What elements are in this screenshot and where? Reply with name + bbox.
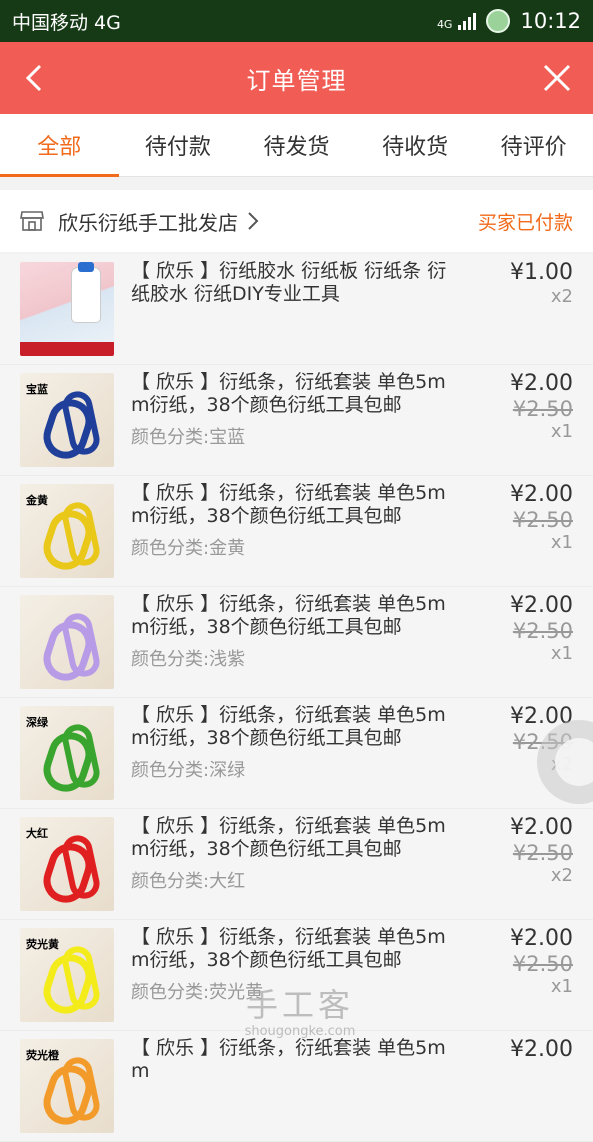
network-type-label: 4G [436, 18, 453, 31]
glue-bottle-image [72, 268, 100, 322]
price-column: ¥2.00 ¥2.50 x1 [510, 926, 573, 998]
original-price: ¥2.50 [512, 841, 573, 865]
chevron-right-icon[interactable] [246, 210, 260, 232]
product-price: ¥2.00 [510, 815, 573, 840]
product-variant: 颜色分类:金黄 [131, 538, 246, 559]
tab-pending-shipment[interactable]: 待发货 [237, 114, 356, 176]
order-item[interactable]: 大红 【 欣乐 】衍纸条，衍纸套装 单色5mm衍纸，38个颜色衍纸工具包邮颜色分类… [0, 809, 593, 920]
product-title[interactable]: 【 欣乐 】衍纸条，衍纸套装 单色5mm衍纸，38个颜色衍纸工具包邮 [131, 926, 461, 972]
close-icon[interactable] [539, 60, 575, 96]
price-column: ¥2.00 ¥2.50 x1 [510, 593, 573, 665]
product-title[interactable]: 【 欣乐 】衍纸条，衍纸套装 单色5mm衍纸，38个颜色衍纸工具包邮 [131, 593, 461, 639]
product-thumbnail[interactable] [20, 262, 114, 356]
title-bar: 订单管理 [0, 42, 593, 114]
tab-pending-receipt[interactable]: 待收货 [356, 114, 475, 176]
chevron-left-icon[interactable] [18, 60, 54, 96]
original-price: ¥2.50 [512, 619, 573, 643]
product-thumbnail[interactable]: 荧光橙 [20, 1039, 114, 1133]
page-title: 订单管理 [246, 66, 347, 95]
shop-name[interactable]: 欣乐衍纸手工批发店 [58, 207, 238, 236]
product-quantity: x1 [550, 532, 573, 553]
product-thumbnail[interactable]: 宝蓝 [20, 373, 114, 467]
product-quantity: x2 [550, 865, 573, 886]
product-quantity: x1 [550, 976, 573, 997]
product-price: ¥1.00 [510, 260, 573, 285]
battery-icon [486, 9, 511, 33]
product-title[interactable]: 【 欣乐 】衍纸条，衍纸套装 单色5mm衍纸，38个颜色衍纸工具包邮 [131, 371, 461, 417]
product-variant: 颜色分类:荧光黄 [131, 982, 264, 1003]
tab-all[interactable]: 全部 [0, 114, 119, 177]
thumbnail-color-label: 深绿 [26, 716, 48, 729]
product-thumbnail[interactable]: 荧光黄 [20, 928, 114, 1022]
price-column: ¥2.00¥2.50x2 [510, 815, 573, 887]
product-price: ¥2.00 [510, 1037, 573, 1062]
price-column: ¥1.00 x2 [510, 260, 573, 308]
order-item[interactable]: 金黄 【 欣乐 】衍纸条，衍纸套装 单色5mm衍纸，38个颜色衍纸工具包邮颜色分类… [0, 476, 593, 587]
product-info: 【 欣乐 】衍纸条，衍纸套装 单色5mm衍纸，38个颜色衍纸工具包邮颜色分类:大… [131, 815, 461, 893]
thumb-banner [20, 342, 114, 356]
order-item[interactable]: 深绿 【 欣乐 】衍纸条，衍纸套装 单色5mm衍纸，38个颜色衍纸工具包邮颜色分类… [0, 698, 593, 809]
product-thumbnail[interactable]: 深绿 [20, 706, 114, 800]
shop-header[interactable]: 欣乐衍纸手工批发店 买家已付款 [0, 190, 593, 252]
product-title[interactable]: 【 欣乐 】衍纸条，衍纸套装 单色5mm衍纸，38个颜色衍纸工具包邮 [131, 704, 461, 750]
order-status-badge: 买家已付款 [477, 211, 573, 234]
product-variant: 颜色分类:深绿 [131, 760, 246, 781]
shop-icon [20, 211, 44, 231]
original-price: ¥2.50 [512, 952, 573, 976]
product-variant: 颜色分类:宝蓝 [131, 427, 246, 448]
product-quantity: x1 [550, 643, 573, 664]
clock-time: 10:12 [520, 9, 581, 33]
price-column: ¥2.00 ¥2.50 x1 [510, 482, 573, 554]
product-info: 【 欣乐 】衍纸条，衍纸套装 单色5mm衍纸，38个颜色衍纸工具包邮颜色分类:金… [131, 482, 461, 560]
product-title[interactable]: 【 欣乐 】衍纸胶水 衍纸板 衍纸条 衍纸胶水 衍纸DIY专业工具 [131, 260, 461, 306]
product-title[interactable]: 【 欣乐 】衍纸条，衍纸套装 单色5mm [131, 1037, 461, 1083]
product-info: 【 欣乐 】衍纸条，衍纸套装 单色5mm [131, 1037, 461, 1083]
signal-icon [458, 12, 477, 30]
order-item[interactable]: 荧光黄 【 欣乐 】衍纸条，衍纸套装 单色5mm衍纸，38个颜色衍纸工具包邮颜色分… [0, 920, 593, 1031]
product-quantity: x2 [550, 286, 573, 307]
product-info: 【 欣乐 】衍纸条，衍纸套装 单色5mm衍纸，38个颜色衍纸工具包邮颜色分类:深… [131, 704, 461, 782]
status-icons: 4G 10:12 [437, 9, 581, 33]
order-item[interactable]: 【 欣乐 】衍纸胶水 衍纸板 衍纸条 衍纸胶水 衍纸DIY专业工具 ¥1.00 x2 [0, 254, 593, 365]
product-info: 【 欣乐 】衍纸条，衍纸套装 单色5mm衍纸，38个颜色衍纸工具包邮颜色分类:宝… [131, 371, 461, 449]
carrier-label: 中国移动 4G [12, 11, 121, 34]
order-tabs: 全部 待付款 待发货 待收货 待评价 [0, 114, 593, 177]
product-variant: 颜色分类:浅紫 [131, 649, 246, 670]
thumbnail-color-label: 大红 [26, 827, 48, 840]
original-price: ¥2.50 [512, 397, 573, 421]
glue-cap-image [78, 262, 94, 272]
order-item[interactable]: 荧光橙 【 欣乐 】衍纸条，衍纸套装 单色5mm ¥2.00 [0, 1031, 593, 1142]
order-item-list: 【 欣乐 】衍纸胶水 衍纸板 衍纸条 衍纸胶水 衍纸DIY专业工具 ¥1.00 x2… [0, 254, 593, 1142]
product-title[interactable]: 【 欣乐 】衍纸条，衍纸套装 单色5mm衍纸，38个颜色衍纸工具包邮 [131, 815, 461, 861]
thumbnail-color-label: 宝蓝 [26, 383, 48, 396]
product-info: 【 欣乐 】衍纸胶水 衍纸板 衍纸条 衍纸胶水 衍纸DIY专业工具 [131, 260, 461, 306]
product-quantity: x1 [550, 421, 573, 442]
product-thumbnail[interactable] [20, 595, 114, 689]
price-column: ¥2.00 ¥2.50 x1 [510, 371, 573, 443]
thumbnail-color-label: 荧光黄 [26, 938, 59, 951]
status-bar: 中国移动 4G 4G 10:12 [0, 0, 593, 42]
product-price: ¥2.00 [510, 482, 573, 507]
product-title[interactable]: 【 欣乐 】衍纸条，衍纸套装 单色5mm衍纸，38个颜色衍纸工具包邮 [131, 482, 461, 528]
price-column: ¥2.00 [510, 1037, 573, 1063]
thumbnail-color-label: 荧光橙 [26, 1049, 59, 1062]
product-thumbnail[interactable]: 金黄 [20, 484, 114, 578]
product-price: ¥2.00 [510, 593, 573, 618]
product-variant: 颜色分类:大红 [131, 871, 246, 892]
thumbnail-color-label: 金黄 [26, 494, 48, 507]
tab-pending-payment[interactable]: 待付款 [119, 114, 238, 176]
tab-pending-review[interactable]: 待评价 [474, 114, 593, 176]
order-item[interactable]: 宝蓝 【 欣乐 】衍纸条，衍纸套装 单色5mm衍纸，38个颜色衍纸工具包邮颜色分类… [0, 365, 593, 476]
product-price: ¥2.00 [510, 926, 573, 951]
product-price: ¥2.00 [510, 371, 573, 396]
product-thumbnail[interactable]: 大红 [20, 817, 114, 911]
order-item[interactable]: 【 欣乐 】衍纸条，衍纸套装 单色5mm衍纸，38个颜色衍纸工具包邮颜色分类:浅… [0, 587, 593, 698]
original-price: ¥2.50 [512, 508, 573, 532]
product-info: 【 欣乐 】衍纸条，衍纸套装 单色5mm衍纸，38个颜色衍纸工具包邮颜色分类:浅… [131, 593, 461, 671]
product-info: 【 欣乐 】衍纸条，衍纸套装 单色5mm衍纸，38个颜色衍纸工具包邮颜色分类:荧… [131, 926, 461, 1004]
